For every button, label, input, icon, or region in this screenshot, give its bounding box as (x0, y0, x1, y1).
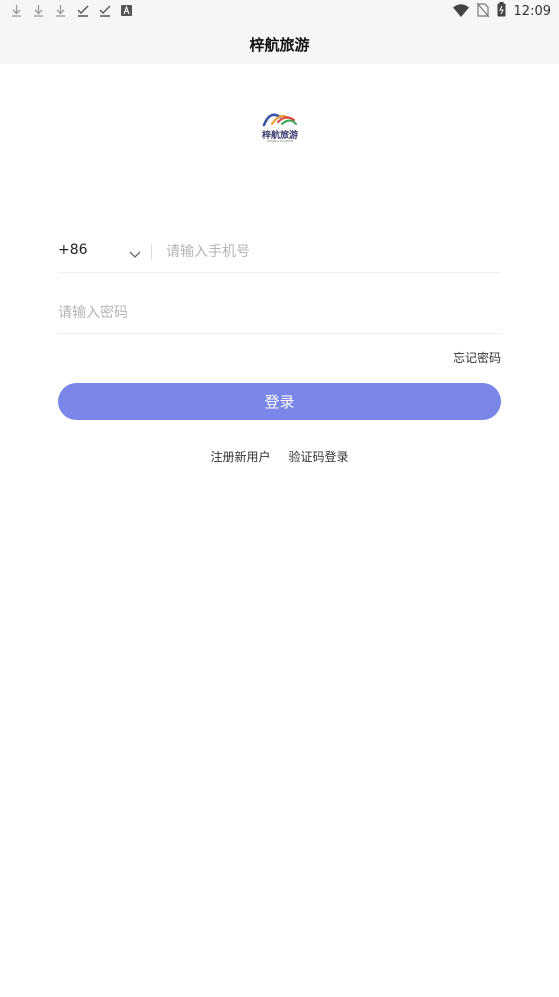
field-divider (151, 244, 152, 260)
forgot-password-link[interactable]: 忘记密码 (453, 349, 501, 366)
check-icon (98, 3, 111, 18)
phone-input[interactable] (166, 238, 486, 266)
login-button[interactable]: 登录 (58, 383, 501, 420)
phone-field-row: +86 (58, 232, 501, 273)
page-title: 梓航旅游 (249, 35, 310, 54)
password-field-row (58, 293, 501, 334)
font-icon (120, 3, 133, 18)
download-icon (32, 3, 45, 18)
password-input[interactable] (58, 299, 458, 327)
download-icon (10, 3, 23, 18)
app-logo: 梓航旅游 ZIHANG TOURISM (258, 108, 302, 144)
bottom-links: 注册新用户 验证码登录 (0, 448, 559, 465)
logo-subtitle: ZIHANG TOURISM (266, 139, 294, 143)
download-icon (54, 3, 67, 18)
register-link[interactable]: 注册新用户 (210, 448, 270, 465)
no-sim-icon (476, 2, 489, 21)
header: 梓航旅游 (0, 24, 559, 64)
system-status: 12:09 (452, 2, 551, 21)
sms-login-link[interactable]: 验证码登录 (289, 448, 349, 465)
wifi-icon (452, 2, 469, 21)
country-code[interactable]: +86 (58, 242, 88, 258)
check-icon (76, 3, 89, 18)
chevron-down-icon[interactable] (129, 244, 141, 263)
clock: 12:09 (513, 4, 551, 19)
battery-icon (497, 2, 506, 21)
status-bar: 12:09 (0, 0, 559, 24)
notification-icons (10, 3, 133, 18)
logo-graphic (262, 113, 297, 127)
